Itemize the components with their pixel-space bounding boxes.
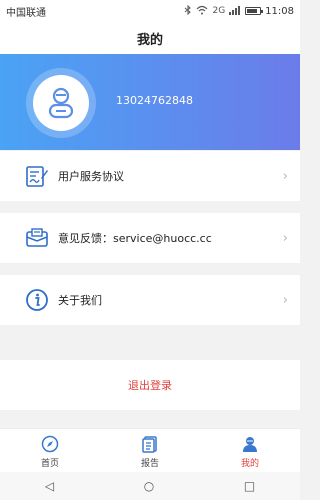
- battery-icon: [245, 7, 264, 15]
- menu-item-label: 用户服务协议: [58, 170, 124, 183]
- tab-label: 报告: [140, 459, 159, 469]
- logout-label: 退出登录: [128, 379, 172, 392]
- tab-label: 我的: [240, 459, 259, 469]
- network-type-label: 2G: [212, 6, 226, 16]
- clock-label: 11:08: [265, 5, 294, 17]
- menu-item-user-agreement[interactable]: 用户服务协议 ›: [0, 151, 300, 201]
- tab-report[interactable]: 报告: [110, 429, 190, 469]
- info-icon: [24, 287, 50, 313]
- bluetooth-icon: [184, 4, 192, 18]
- chevron-right-icon: ›: [282, 168, 288, 184]
- signal-icon: [229, 5, 241, 18]
- status-icons: 2G 11:08: [184, 4, 294, 18]
- logout-button[interactable]: 退出登录: [0, 360, 300, 410]
- recents-icon[interactable]: □: [244, 479, 255, 493]
- menu-item-label: 关于我们: [58, 294, 102, 307]
- menu-item-label: 意见反馈：service@huocc.cc: [58, 232, 212, 245]
- bottom-tab-bar: 首页 报告 我的: [0, 428, 300, 472]
- page-title: 我的: [136, 32, 163, 48]
- user-phone-number: 13024762848: [116, 94, 193, 107]
- tab-label: 首页: [40, 459, 59, 469]
- profile-banner: 13024762848: [0, 54, 300, 150]
- user-avatar-icon: [33, 75, 89, 131]
- chevron-right-icon: ›: [282, 292, 288, 308]
- menu-item-about-us[interactable]: 关于我们 ›: [0, 275, 300, 325]
- home-icon[interactable]: ○: [144, 479, 154, 493]
- compass-icon: [40, 434, 60, 454]
- report-icon: [140, 434, 160, 454]
- user-icon: [240, 434, 260, 454]
- feedback-mail-icon: [24, 225, 50, 251]
- tab-mine[interactable]: 我的: [210, 429, 290, 469]
- page-header: 我的: [0, 22, 300, 54]
- system-nav-bar: ◁ ○ □: [0, 472, 300, 500]
- menu-item-feedback[interactable]: 意见反馈：service@huocc.cc ›: [0, 213, 300, 263]
- status-bar: 中国联通 2G 11:08: [0, 0, 300, 22]
- document-edit-icon: [24, 163, 50, 189]
- avatar[interactable]: [26, 68, 96, 138]
- back-icon[interactable]: ◁: [45, 479, 54, 493]
- chevron-right-icon: ›: [282, 230, 288, 246]
- carrier-label: 中国联通: [6, 7, 46, 19]
- tab-home[interactable]: 首页: [10, 429, 90, 469]
- wifi-icon: [196, 5, 208, 18]
